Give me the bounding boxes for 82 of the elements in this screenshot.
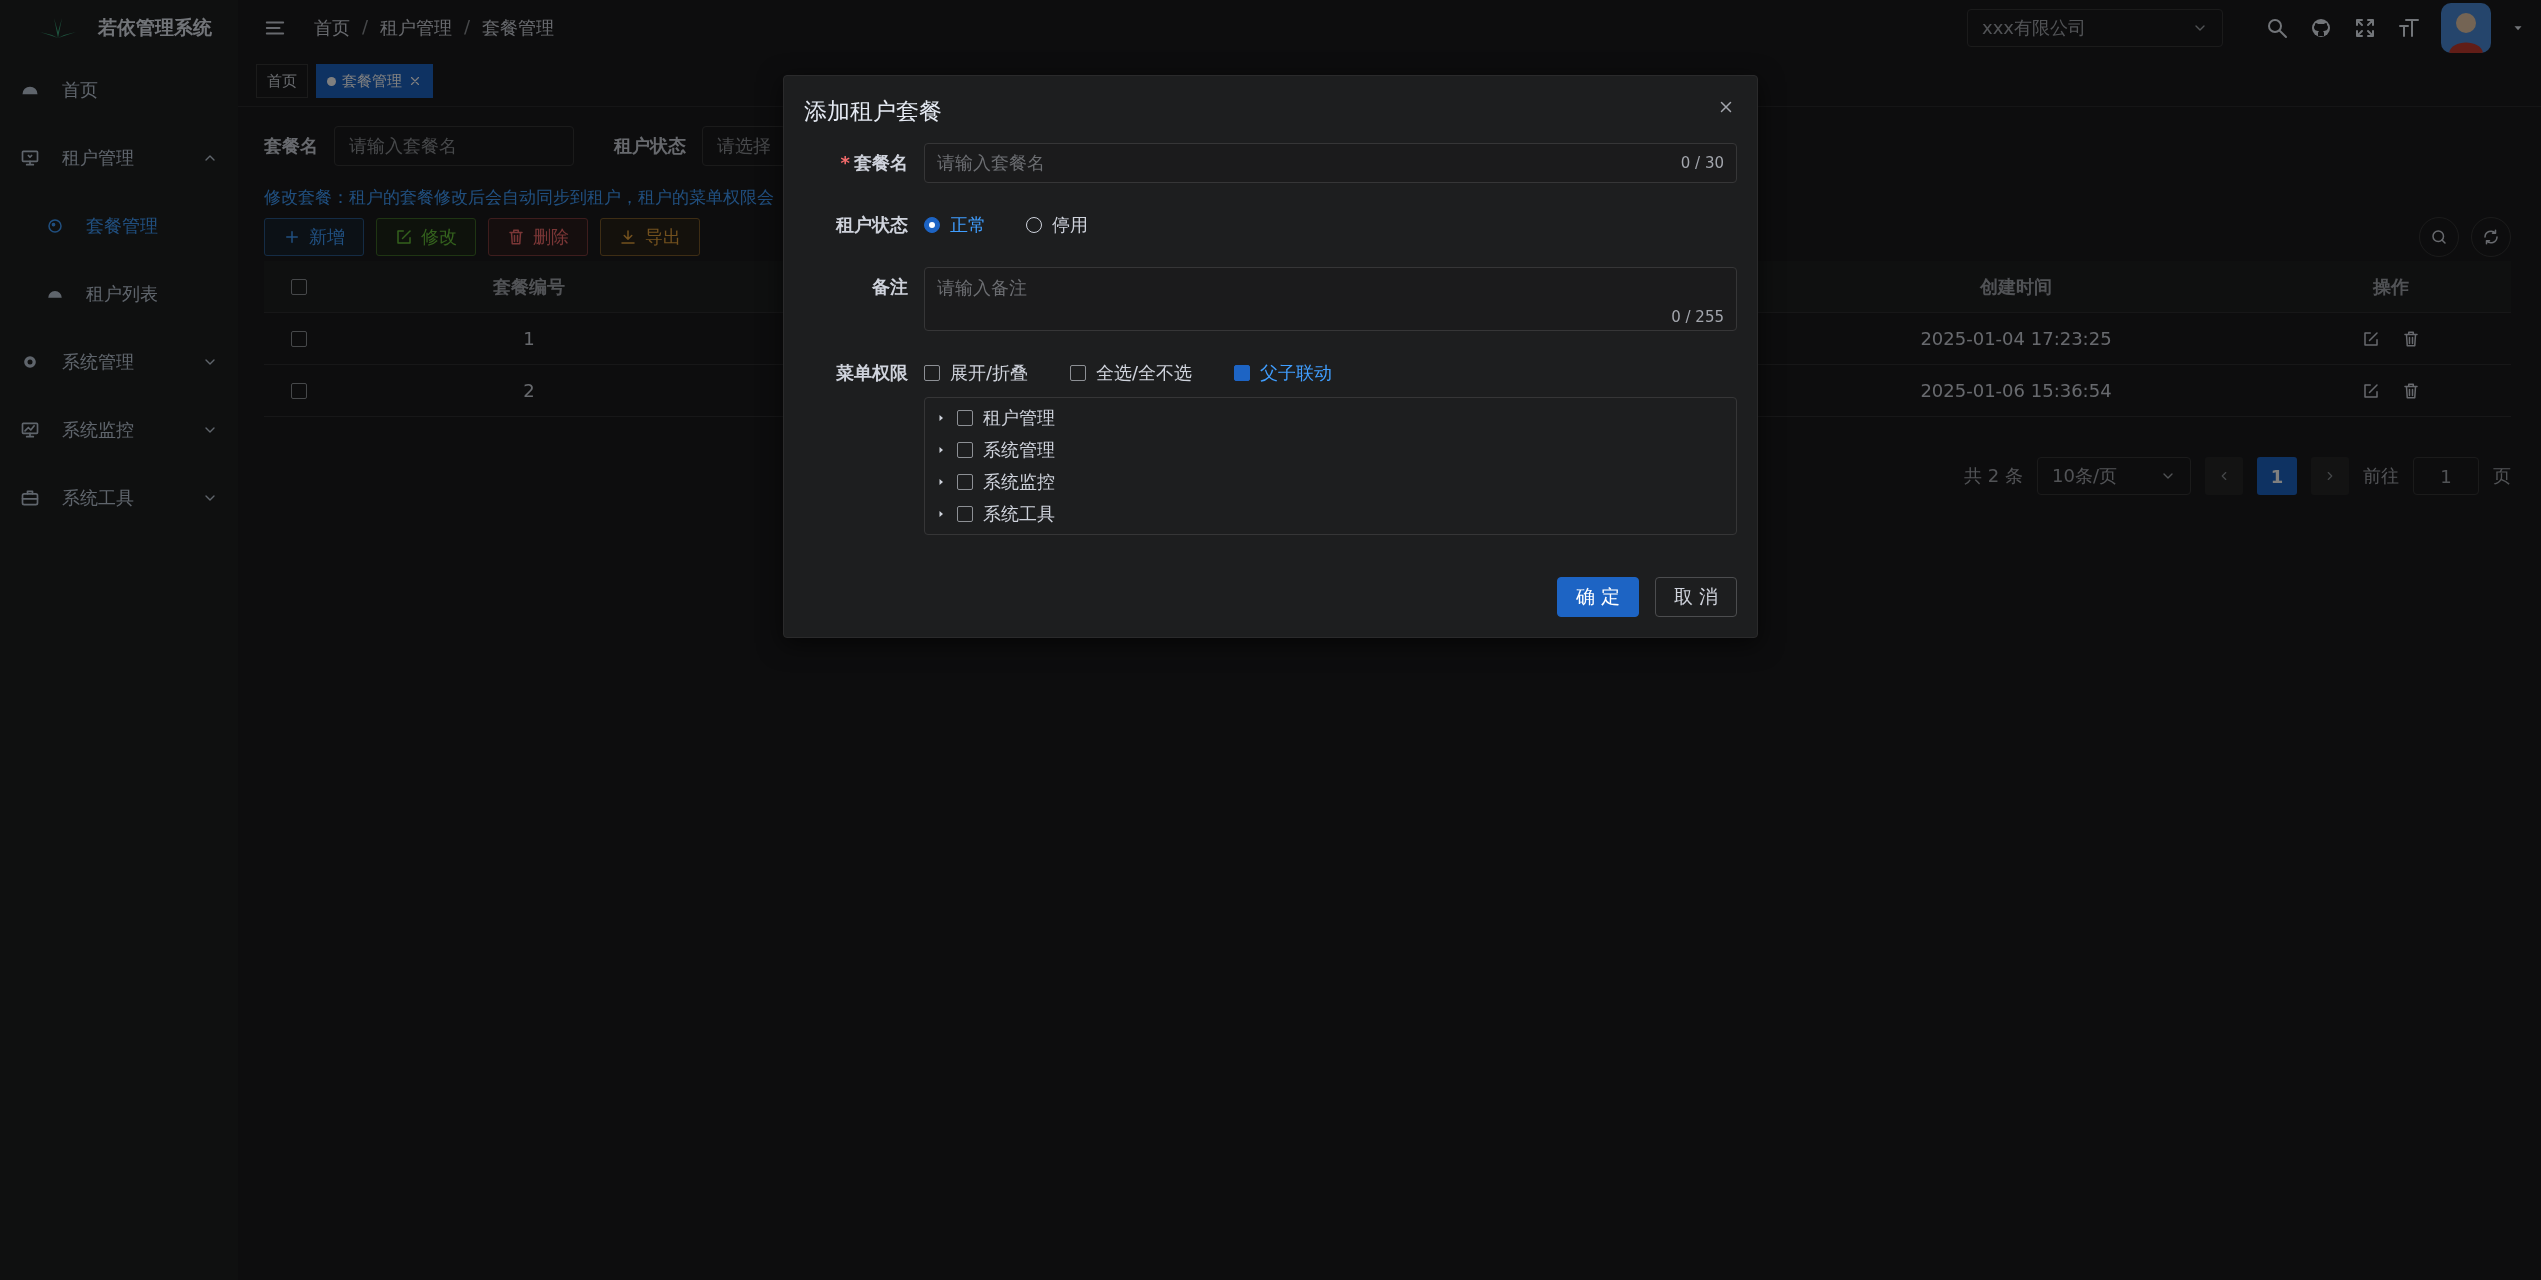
table-cell-text: 2025-01-06 15:36:54 (1919, 380, 2113, 401)
breadcrumb-item[interactable]: 套餐管理 (482, 16, 555, 40)
sidebar-item[interactable]: 系统工具 (0, 464, 238, 532)
toolbar-button[interactable]: 导出 (600, 218, 700, 256)
view-tab[interactable]: 首页 (256, 64, 308, 98)
toolbar-button[interactable]: 新增 (264, 218, 364, 256)
cancel-button[interactable]: 取 消 (1654, 577, 1737, 617)
tenant-select[interactable]: xxx有限公司 (1967, 9, 2223, 47)
delete-button[interactable] (2402, 381, 2420, 400)
checkbox[interactable] (291, 330, 307, 347)
breadcrumb-separator: / (464, 16, 471, 39)
sidebar-item[interactable]: 系统监控 (0, 396, 238, 464)
plus-icon (283, 228, 301, 246)
edit-icon (2362, 329, 2380, 348)
dialog-title: 添加租户套餐 (804, 97, 942, 126)
checkbox-option[interactable]: 全选/全不选 (1070, 361, 1193, 385)
radio-option[interactable]: 正常 (924, 213, 986, 237)
page-button[interactable]: 1 (2257, 457, 2297, 495)
toolbox-icon (20, 488, 40, 508)
refresh-icon (2482, 228, 2500, 246)
search-icon (2430, 228, 2448, 246)
trash-icon (2402, 381, 2420, 400)
page-suffix: 页 (2493, 464, 2511, 488)
table-cell-text: 1 (522, 328, 536, 349)
sidebar-item[interactable]: 套餐管理 (0, 192, 238, 260)
edit-icon (395, 228, 413, 246)
tree-node[interactable]: 租户管理 (925, 402, 1736, 434)
tree-node[interactable]: 系统管理 (925, 434, 1736, 466)
confirm-button[interactable]: 确 定 (1556, 577, 1639, 617)
sidebar-item[interactable]: 首页 (0, 56, 238, 124)
field-label: 菜单权限 (835, 361, 908, 385)
column-header: 套餐编号 (492, 274, 566, 299)
column-header: 操作 (2372, 274, 2410, 299)
download-icon (619, 228, 637, 246)
table-cell-text: 2025-01-04 17:23:25 (1919, 328, 2113, 349)
tree-node[interactable]: 系统监控 (925, 466, 1736, 498)
edit-icon (2362, 381, 2380, 400)
trash-icon (2402, 329, 2420, 348)
tree-node[interactable]: 系统工具 (925, 498, 1736, 530)
field-label: 租户状态 (614, 134, 686, 158)
fullscreen-icon (2353, 16, 2377, 40)
notice-text: 修改套餐：租户的套餐修改后会自动同步到租户，租户的菜单权限会 (264, 187, 774, 209)
edit-button[interactable] (2362, 329, 2380, 348)
goto-page-field[interactable]: 1 (2413, 457, 2479, 495)
checkbox[interactable] (291, 382, 307, 399)
sidebar-item[interactable]: 租户列表 (0, 260, 238, 328)
chart-monitor-icon (20, 420, 40, 440)
toolbar-button[interactable]: 修改 (376, 218, 476, 256)
checkbox-option[interactable]: 展开/折叠 (924, 361, 1029, 385)
monitor-icon (20, 148, 40, 168)
page-size-select[interactable]: 10条/页 (2037, 457, 2191, 495)
field-label: * 套餐名 (839, 151, 908, 175)
field-label: 租户状态 (834, 213, 908, 237)
avatar[interactable] (2441, 3, 2491, 53)
close-icon (408, 74, 422, 88)
app-title: 若依管理系统 (98, 15, 212, 40)
delete-button[interactable] (2402, 329, 2420, 348)
breadcrumb-separator: / (362, 16, 369, 39)
breadcrumb-item[interactable]: 租户管理 (380, 16, 453, 40)
column-header: 创建时间 (1979, 274, 2053, 299)
font-size-icon (2397, 16, 2421, 40)
radio-option[interactable]: 停用 (1026, 213, 1088, 237)
toolbar-button[interactable]: 删除 (488, 218, 588, 256)
field-label: 备注 (871, 275, 908, 299)
trash-icon (507, 228, 525, 246)
breadcrumb-item[interactable]: 首页 (314, 16, 350, 40)
field-label: 套餐名 (264, 134, 318, 158)
search-icon (2265, 16, 2289, 40)
table-cell-text: 2 (522, 380, 536, 401)
goto-label: 前往 (2363, 464, 2399, 488)
active-dot (327, 76, 336, 86)
view-tab[interactable]: 套餐管理 (316, 64, 433, 98)
github-icon (2309, 16, 2333, 40)
total-count: 共 2 条 (1964, 464, 2023, 488)
search-field[interactable]: 请输入套餐名 (334, 126, 574, 166)
edit-button[interactable] (2362, 381, 2380, 400)
sidebar-item[interactable]: 系统管理 (0, 328, 238, 396)
checkbox[interactable] (291, 278, 307, 295)
remark-field[interactable]: 请输入备注 0 / 255 (924, 267, 1737, 331)
sidebar-item[interactable]: 租户管理 (0, 124, 238, 192)
name-field[interactable]: 请输入套餐名 0 / 30 (924, 143, 1737, 183)
checkbox-option[interactable]: 父子联动 (1234, 361, 1333, 385)
